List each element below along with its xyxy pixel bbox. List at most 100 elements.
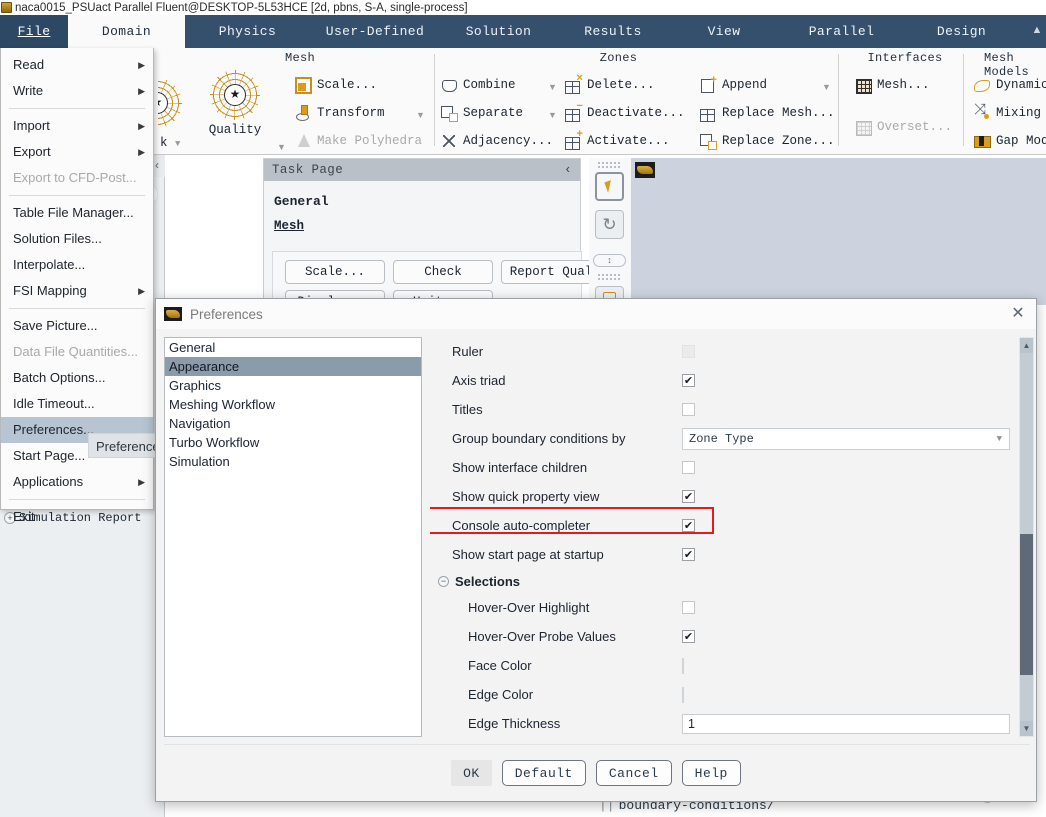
file-menu-item-batch-options[interactable]: Batch Options... [1, 365, 153, 391]
file-menu-item-idle-timeout[interactable]: Idle Timeout... [1, 391, 153, 417]
zones-adjacency-button[interactable]: Adjacency... [441, 128, 553, 154]
preferences-category-navigation[interactable]: Navigation [165, 414, 421, 433]
mesh-models-dynamic-button[interactable]: Dynamic [974, 72, 1046, 98]
checkbox-console-auto-completer[interactable]: ✔ [682, 519, 695, 532]
task-page-collapse-icon[interactable]: ‹ [564, 159, 572, 181]
tab-physics[interactable]: Physics [185, 15, 310, 48]
file-menu-item-applications[interactable]: Applications ▶ [1, 469, 153, 495]
task-check-button[interactable]: Check [393, 260, 493, 284]
graphics-canvas[interactable] [631, 158, 1046, 305]
scroll-down-arrow-icon[interactable]: ▼ [1020, 721, 1033, 736]
mesh-models-gap-label: Gap Mod [996, 134, 1046, 148]
preferences-dialog-footer: OK Default Cancel Help [156, 745, 1036, 801]
tab-parallel[interactable]: Parallel [779, 15, 904, 48]
tab-domain[interactable]: Domain [68, 15, 185, 48]
refresh-button[interactable]: ↻ [595, 210, 624, 239]
preferences-row-label: Hover-Over Highlight [468, 600, 590, 615]
zones-append-button[interactable]: + Append [700, 72, 767, 98]
file-menu-item-export[interactable]: Export ▶ [1, 139, 153, 165]
transform-dropdown-caret-icon[interactable]: ▼ [416, 110, 425, 120]
tab-user-defined[interactable]: User-Defined [310, 15, 440, 48]
toolbar-grip-1[interactable] [597, 161, 621, 169]
quality-dropdown-caret-icon[interactable]: ▼ [277, 142, 286, 152]
preferences-row-titles: Titles [430, 395, 1012, 424]
tab-view[interactable]: View [669, 15, 779, 48]
zones-separate-button[interactable]: Separate [441, 100, 523, 126]
tab-results[interactable]: Results [557, 15, 669, 48]
file-menu-item-exit[interactable]: Exit [1, 504, 153, 530]
tab-design[interactable]: Design [904, 15, 1019, 48]
mouse-select-button[interactable] [595, 172, 624, 201]
zones-deactivate-button[interactable]: − Deactivate... [565, 100, 685, 126]
cancel-button[interactable]: Cancel [595, 760, 672, 786]
file-menu-item-label: Export [13, 144, 51, 159]
mesh-quality-button[interactable]: Quality [196, 70, 274, 150]
interfaces-mesh-button[interactable]: Mesh... [855, 72, 930, 98]
tab-file[interactable]: File [0, 15, 68, 48]
zones-delete-button[interactable]: × Delete... [565, 72, 655, 98]
file-menu-item-read[interactable]: Read ▶ [1, 52, 153, 78]
checkbox-titles[interactable] [682, 403, 695, 416]
toolbar-grip-2[interactable] [597, 273, 621, 281]
mesh-transform-label: Transform [317, 106, 385, 120]
checkbox-show-start-page-at-startup[interactable]: ✔ [682, 548, 695, 561]
file-menu-item-table-file-manager[interactable]: Table File Manager... [1, 200, 153, 226]
close-icon[interactable]: ✕ [1006, 303, 1030, 325]
zones-replace-zone-button[interactable]: Replace Zone... [700, 128, 835, 154]
zones-replace-mesh-label: Replace Mesh... [722, 106, 835, 120]
preferences-category-list[interactable]: General Appearance Graphics Meshing Workflo… [164, 337, 422, 737]
preferences-category-meshing-workflow[interactable]: Meshing Workflow [165, 395, 421, 414]
preferences-category-general[interactable]: General [165, 338, 421, 357]
color-swatch-edge-color[interactable] [682, 686, 684, 703]
color-swatch-face-color[interactable] [682, 657, 684, 674]
zones-combine-button[interactable]: Combine [441, 72, 516, 98]
preferences-group-selections[interactable]: − Selections [430, 569, 1012, 593]
tab-solution[interactable]: Solution [440, 15, 557, 48]
zones-replace-mesh-button[interactable]: Replace Mesh... [700, 100, 835, 126]
mesh-check-caret[interactable]: k ▼ [160, 136, 180, 150]
preferences-scrollbar[interactable]: ▲ ▼ [1019, 337, 1034, 737]
toolbar-pill-button[interactable]: ↕ [593, 254, 626, 267]
task-page-subsection-title: Mesh [274, 219, 305, 233]
preferences-category-turbo-workflow[interactable]: Turbo Workflow [165, 433, 421, 452]
checkbox-hover-over-highlight[interactable] [682, 601, 695, 614]
separate-dropdown-caret-icon[interactable]: ▼ [548, 110, 557, 120]
task-scale-button[interactable]: Scale... [285, 260, 385, 284]
combine-dropdown-caret-icon[interactable]: ▼ [548, 82, 557, 92]
chevron-up-icon[interactable]: ▲ [1030, 23, 1044, 37]
task-report-quality-button[interactable]: Report Qual [501, 260, 601, 284]
default-button[interactable]: Default [501, 760, 586, 786]
tab-user-defined-label: User-Defined [325, 24, 425, 39]
file-menu-item-import[interactable]: Import ▶ [1, 113, 153, 139]
mesh-transform-button[interactable]: Transform [295, 100, 385, 126]
zones-activate-button[interactable]: + Activate... [565, 128, 670, 154]
checkbox-show-interface-children[interactable] [682, 461, 695, 474]
preferences-category-simulation[interactable]: Simulation [165, 452, 421, 471]
append-dropdown-caret-icon[interactable]: ▼ [822, 82, 831, 92]
mesh-scale-button[interactable]: Scale... [295, 72, 377, 98]
file-menu-item-save-picture[interactable]: Save Picture... [1, 313, 153, 339]
outline-collapse-icon[interactable]: ‹ [155, 158, 159, 172]
input-edge-thickness[interactable]: 1 [682, 713, 1010, 734]
preferences-category-appearance[interactable]: Appearance [165, 357, 421, 376]
chevron-down-icon[interactable]: ▼ [997, 434, 1002, 444]
preferences-category-graphics[interactable]: Graphics [165, 376, 421, 395]
file-menu-item-write[interactable]: Write ▶ [1, 78, 153, 104]
scroll-up-arrow-icon[interactable]: ▲ [1020, 338, 1033, 353]
help-button[interactable]: Help [681, 760, 741, 786]
scrollbar-thumb[interactable] [1020, 534, 1033, 675]
checkbox-axis-triad[interactable]: ✔ [682, 374, 695, 387]
ok-button[interactable]: OK [451, 760, 492, 786]
collapse-icon[interactable]: − [438, 575, 449, 587]
mesh-models-mixing-button[interactable]: Mixing [974, 100, 1041, 126]
file-menu-item-solution-files[interactable]: Solution Files... [1, 226, 153, 252]
mesh-models-mixing-label: Mixing [996, 106, 1042, 120]
mesh-models-gap-button[interactable]: Gap Mod [974, 128, 1046, 154]
combo-group-boundary-conditions-by[interactable]: Zone Type ▼ [682, 427, 1010, 450]
file-menu-item-label: Read [13, 57, 45, 72]
file-menu-item-fsi-mapping[interactable]: FSI Mapping ▶ [1, 278, 153, 304]
checkbox-hover-over-probe-values[interactable]: ✔ [682, 630, 695, 643]
checkbox-show-quick-property-view[interactable]: ✔ [682, 490, 695, 503]
file-menu-item-interpolate[interactable]: Interpolate... [1, 252, 153, 278]
submenu-arrow-icon: ▶ [138, 86, 145, 96]
